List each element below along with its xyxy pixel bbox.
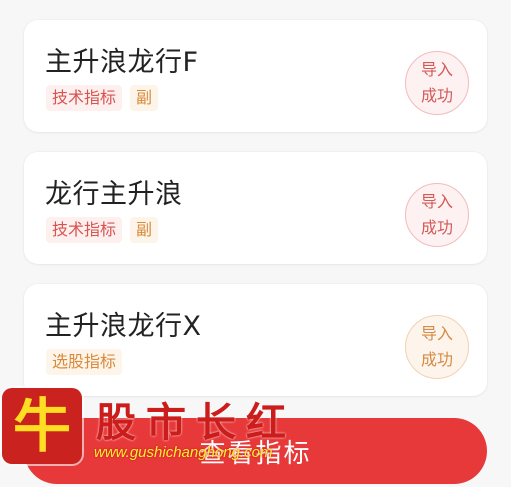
watermark-site-name: 股市长红 xyxy=(96,399,296,446)
indicator-tags: 技术指标 副 xyxy=(46,85,159,111)
stamp-line1: 导入 xyxy=(420,60,453,79)
import-success-stamp: 导入 成功 xyxy=(405,51,469,115)
watermark: 牛 股市长红 www.gushichanghong.com xyxy=(0,386,300,466)
indicator-name: 龙行主升浪 xyxy=(45,179,183,210)
indicator-card[interactable]: 主升浪龙行X 选股指标 导入 成功 xyxy=(24,284,487,396)
stamp-line1: 导入 xyxy=(420,324,453,343)
tag-type: 技术指标 xyxy=(46,217,123,243)
indicator-name: 主升浪龙行F xyxy=(45,47,199,78)
stamp-line1: 导入 xyxy=(420,192,453,211)
watermark-logo-char: 牛 xyxy=(12,392,71,460)
watermark-url: www.gushichanghong.com xyxy=(94,444,273,461)
indicator-card[interactable]: 主升浪龙行F 技术指标 副 导入 成功 xyxy=(24,20,487,132)
stamp-line2: 成功 xyxy=(420,86,453,105)
import-success-stamp: 导入 成功 xyxy=(405,183,469,247)
watermark-logo: 牛 xyxy=(2,388,82,464)
tag-type: 技术指标 xyxy=(46,85,123,111)
indicator-card[interactable]: 龙行主升浪 技术指标 副 导入 成功 xyxy=(24,152,487,264)
tag-subchart: 副 xyxy=(130,217,159,243)
indicator-tags: 技术指标 副 xyxy=(46,217,159,243)
stamp-line2: 成功 xyxy=(420,350,453,369)
indicator-name: 主升浪龙行X xyxy=(45,311,202,342)
stamp-line2: 成功 xyxy=(420,218,453,237)
tag-type: 选股指标 xyxy=(46,349,123,375)
indicator-tags: 选股指标 xyxy=(46,349,123,375)
import-success-stamp: 导入 成功 xyxy=(405,315,469,379)
tag-subchart: 副 xyxy=(130,85,159,111)
